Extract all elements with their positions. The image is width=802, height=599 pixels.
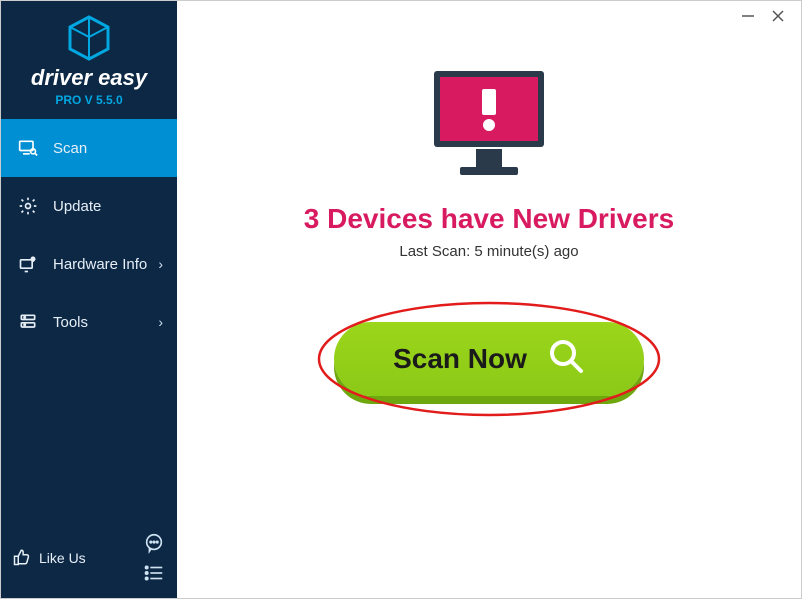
scan-now-button[interactable]: Scan Now bbox=[334, 322, 644, 396]
scan-now-label: Scan Now bbox=[393, 343, 527, 375]
monitor-search-icon bbox=[17, 137, 39, 159]
thumbs-up-icon bbox=[13, 548, 31, 569]
sidebar: driver easy PRO V 5.5.0 Scan bbox=[1, 1, 177, 598]
sidebar-item-label: Tools bbox=[53, 314, 88, 331]
chevron-right-icon: › bbox=[158, 256, 163, 272]
sidebar-item-hardware-info[interactable]: i Hardware Info › bbox=[1, 235, 177, 293]
search-icon bbox=[547, 337, 585, 382]
like-us-button[interactable]: Like Us bbox=[13, 548, 86, 569]
monitor-alert-icon bbox=[424, 65, 554, 185]
sidebar-item-scan[interactable]: Scan bbox=[1, 119, 177, 177]
last-scan-text: Last Scan: 5 minute(s) ago bbox=[399, 243, 578, 260]
sidebar-item-label: Update bbox=[53, 198, 101, 215]
tools-icon bbox=[17, 311, 39, 333]
menu-lines-icon[interactable] bbox=[143, 562, 165, 584]
gear-icon bbox=[17, 195, 39, 217]
close-button[interactable] bbox=[769, 7, 787, 25]
main-panel: 3 Devices have New Drivers Last Scan: 5 … bbox=[177, 1, 801, 598]
hardware-icon: i bbox=[17, 253, 39, 275]
sidebar-item-tools[interactable]: Tools › bbox=[1, 293, 177, 351]
sidebar-item-label: Hardware Info bbox=[53, 256, 147, 273]
brand-name: driver easy bbox=[1, 65, 177, 91]
sidebar-item-update[interactable]: Update bbox=[1, 177, 177, 235]
brand-block: driver easy PRO V 5.5.0 bbox=[1, 1, 177, 111]
svg-text:i: i bbox=[32, 257, 33, 262]
brand-version: PRO V 5.5.0 bbox=[1, 93, 177, 107]
headline-text: 3 Devices have New Drivers bbox=[304, 203, 674, 235]
sidebar-item-label: Scan bbox=[53, 140, 87, 157]
feedback-icon[interactable] bbox=[143, 532, 165, 554]
chevron-right-icon: › bbox=[158, 314, 163, 330]
like-us-label: Like Us bbox=[39, 550, 86, 566]
app-logo-icon bbox=[66, 15, 112, 61]
minimize-button[interactable] bbox=[739, 7, 757, 25]
